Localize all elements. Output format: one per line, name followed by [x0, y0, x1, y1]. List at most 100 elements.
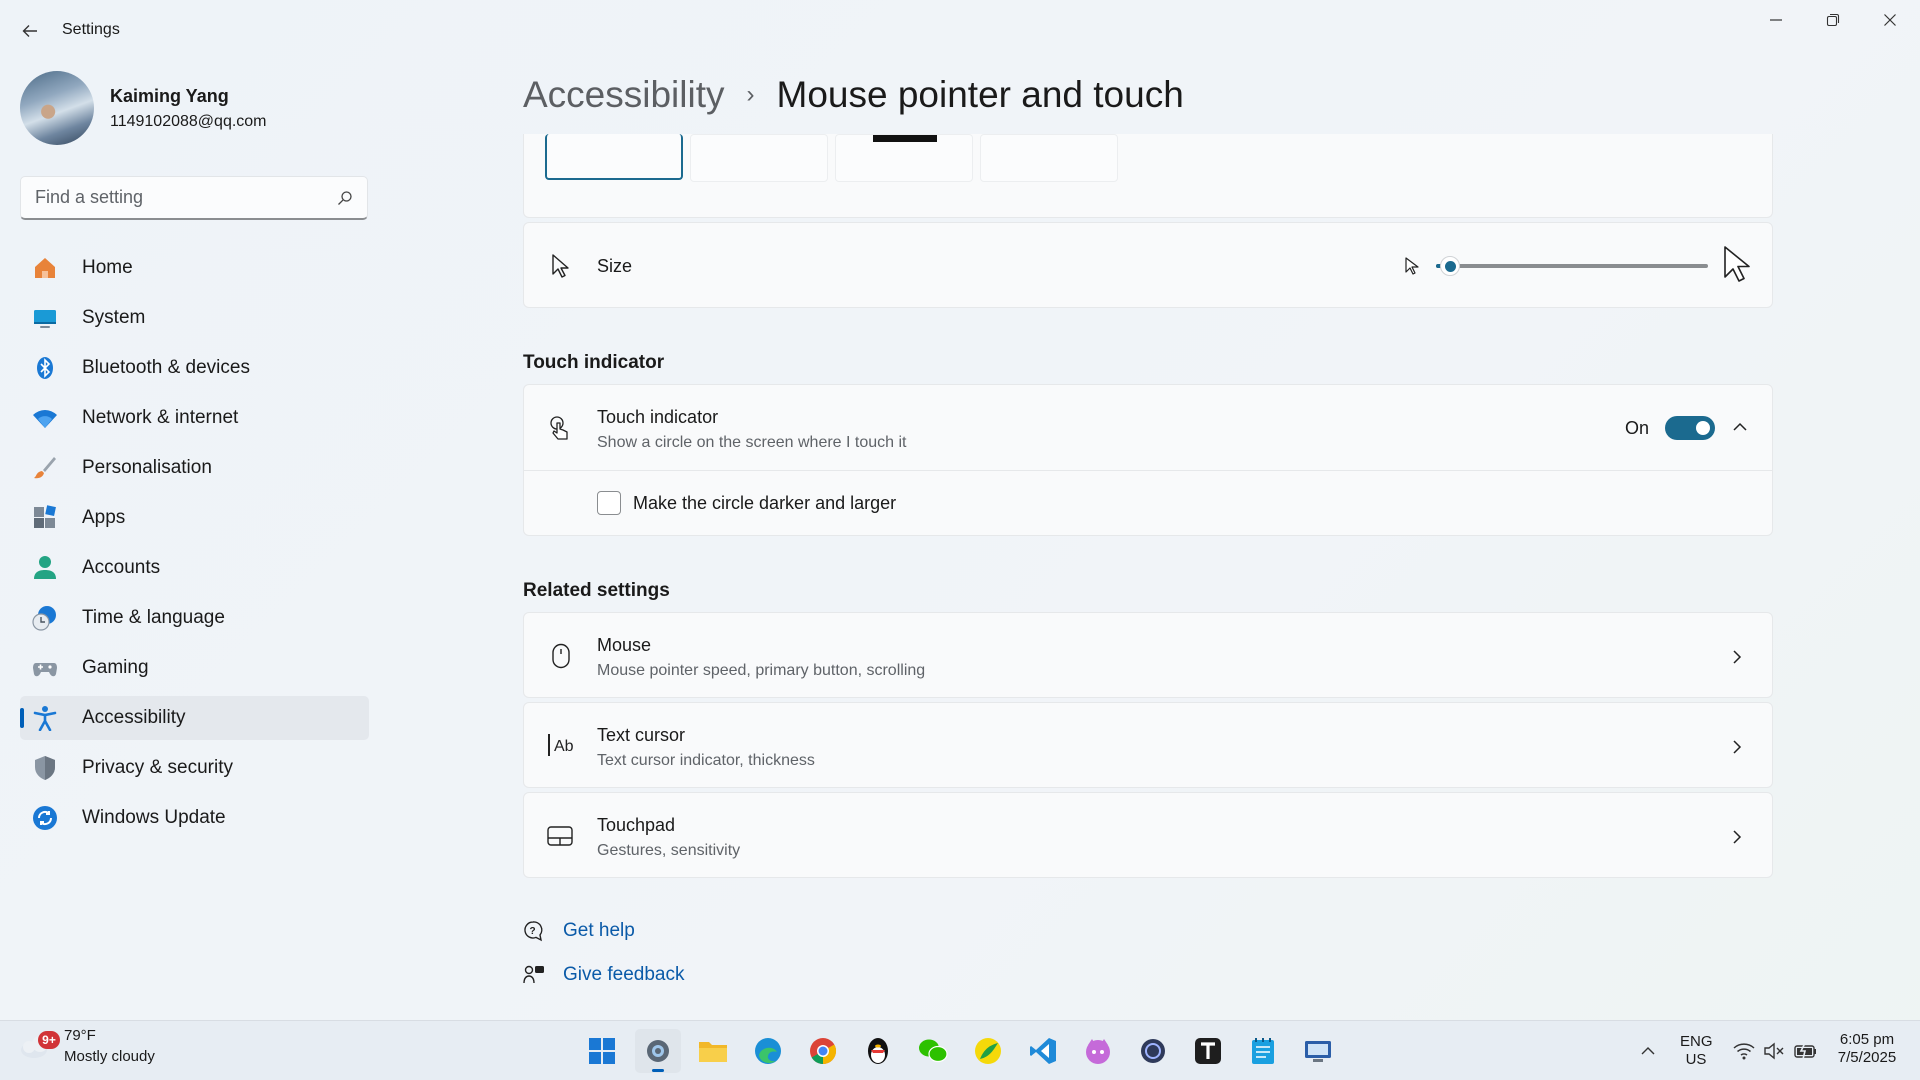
taskbar-edge[interactable] [745, 1029, 791, 1073]
sidebar-item-home[interactable]: Home [20, 246, 369, 290]
chevron-right-icon [1733, 650, 1742, 664]
taskbar-typora[interactable] [1185, 1029, 1231, 1073]
sidebar-item-accounts[interactable]: Accounts [20, 546, 369, 590]
brush-icon [32, 455, 58, 481]
start-button[interactable] [579, 1029, 625, 1073]
darker-circle-checkbox[interactable] [597, 491, 621, 515]
sidebar-item-windows-update[interactable]: Windows Update [20, 796, 369, 840]
related-item-subtitle: Gestures, sensitivity [597, 842, 741, 859]
weather-temperature: 79°F [64, 1027, 96, 1044]
restore-button[interactable] [1805, 4, 1861, 36]
related-settings-heading: Related settings [523, 580, 670, 601]
taskbar-app-cat[interactable] [1075, 1029, 1121, 1073]
related-item-touchpad[interactable]: Touchpad Gestures, sensitivity [523, 792, 1773, 878]
sidebar-item-accessibility[interactable]: Accessibility [20, 696, 369, 740]
time-language-icon [32, 605, 58, 631]
mouse-icon [552, 643, 570, 669]
yellow-app-icon [975, 1038, 1001, 1064]
pointer-style-inverted-option[interactable] [835, 134, 973, 182]
search-placeholder: Find a setting [35, 187, 144, 207]
touch-indicator-title: Touch indicator [597, 407, 719, 427]
minimize-button[interactable] [1748, 4, 1804, 36]
related-item-title: Touchpad [597, 815, 676, 835]
touch-indicator-toggle[interactable] [1665, 416, 1715, 440]
svg-text:?: ? [530, 926, 536, 937]
back-button[interactable] [14, 16, 46, 46]
get-help-link[interactable]: ? Get help [523, 920, 635, 942]
minimize-icon [1770, 19, 1782, 21]
pointer-style-white-option[interactable] [545, 134, 683, 180]
breadcrumb-parent[interactable]: Accessibility [523, 74, 725, 116]
notepad-icon [1252, 1038, 1274, 1064]
pointer-style-black-option[interactable] [690, 134, 828, 182]
large-pointer-icon [1724, 246, 1750, 282]
sidebar-item-time-language[interactable]: Time & language [20, 596, 369, 640]
related-item-title: Text cursor [597, 725, 686, 745]
sidebar-item-system[interactable]: System [20, 296, 369, 340]
related-item-text-cursor[interactable]: Ab Text cursor Text cursor indicator, th… [523, 702, 1773, 788]
sidebar-item-personalisation[interactable]: Personalisation [20, 446, 369, 490]
taskbar-file-explorer[interactable] [690, 1029, 736, 1073]
taskbar-app-circle[interactable] [1130, 1029, 1176, 1073]
help-icon: ? [524, 921, 543, 942]
cat-app-icon [1086, 1039, 1110, 1064]
chevron-up-icon[interactable] [1732, 421, 1748, 433]
user-profile[interactable]: Kaiming Yang 1149102088@qq.com [20, 70, 267, 146]
sidebar-item-label: Time & language [82, 607, 225, 628]
taskbar-notepad[interactable] [1240, 1029, 1286, 1073]
qq-penguin-icon [868, 1038, 888, 1064]
size-slider-thumb[interactable] [1440, 256, 1460, 276]
weather-description: Mostly cloudy [64, 1048, 155, 1065]
language-indicator[interactable]: ENG US [1680, 1033, 1713, 1069]
title-bar: Settings [0, 0, 1920, 62]
size-label: Size [597, 256, 633, 276]
taskbar-settings-app[interactable] [635, 1029, 681, 1073]
svg-text:Ab: Ab [554, 738, 574, 755]
taskbar-vscode[interactable] [1020, 1029, 1066, 1073]
touch-indicator-row[interactable]: Touch indicator Show a circle on the scr… [524, 385, 1772, 471]
battery-charging-icon[interactable] [1793, 1042, 1819, 1060]
breadcrumb-separator: › [746, 81, 755, 108]
weather-widget[interactable]: 9+ 79°F Mostly cloudy [18, 1027, 155, 1065]
taskbar-chrome[interactable] [800, 1029, 846, 1073]
taskbar-app-yellow[interactable] [965, 1029, 1011, 1073]
size-card: Size [523, 222, 1773, 308]
related-item-mouse[interactable]: Mouse Mouse pointer speed, primary butto… [523, 612, 1773, 698]
accessibility-icon [32, 705, 58, 731]
darker-circle-option[interactable]: Make the circle darker and larger [597, 491, 896, 515]
sidebar-item-label: Accounts [82, 557, 161, 578]
profile-email: 1149102088@qq.com [110, 112, 267, 130]
pointer-style-inverted-preview [873, 135, 937, 142]
wifi-status-icon[interactable] [1733, 1042, 1755, 1060]
profile-name: Kaiming Yang [110, 85, 229, 106]
taskbar-remote-desktop[interactable] [1295, 1029, 1341, 1073]
close-button[interactable] [1862, 4, 1918, 36]
sidebar-item-network[interactable]: Network & internet [20, 396, 369, 440]
close-icon [1884, 14, 1896, 26]
sidebar-item-bluetooth[interactable]: Bluetooth & devices [20, 346, 369, 390]
language-code: ENG [1680, 1033, 1713, 1050]
show-hidden-icons-chevron-icon[interactable] [1640, 1045, 1656, 1057]
sidebar-item-apps[interactable]: Apps [20, 496, 369, 540]
pointer-icon [552, 254, 569, 278]
taskbar-qq[interactable] [855, 1029, 901, 1073]
sidebar-item-gaming[interactable]: Gaming [20, 646, 369, 690]
taskbar: 9+ 79°F Mostly cloudy ENG US 6:05 pm 7/5… [0, 1020, 1920, 1080]
sidebar-item-privacy[interactable]: Privacy & security [20, 746, 369, 790]
related-item-subtitle: Text cursor indicator, thickness [597, 752, 815, 769]
give-feedback-link[interactable]: Give feedback [523, 964, 684, 986]
size-slider[interactable] [1436, 256, 1708, 276]
search-input[interactable]: Find a setting [20, 176, 368, 220]
related-item-subtitle: Mouse pointer speed, primary button, scr… [597, 662, 926, 679]
touchpad-icon [547, 826, 573, 846]
taskbar-wechat[interactable] [910, 1029, 956, 1073]
bluetooth-icon [32, 355, 58, 381]
volume-muted-icon[interactable] [1763, 1042, 1785, 1060]
apps-icon [32, 505, 58, 531]
toggle-knob [1696, 421, 1710, 435]
pointer-style-custom-option[interactable] [980, 134, 1118, 182]
clock[interactable]: 6:05 pm 7/5/2025 [1826, 1031, 1908, 1067]
shield-icon [32, 755, 58, 781]
small-pointer-icon [1405, 257, 1419, 275]
app-title: Settings [62, 21, 120, 38]
